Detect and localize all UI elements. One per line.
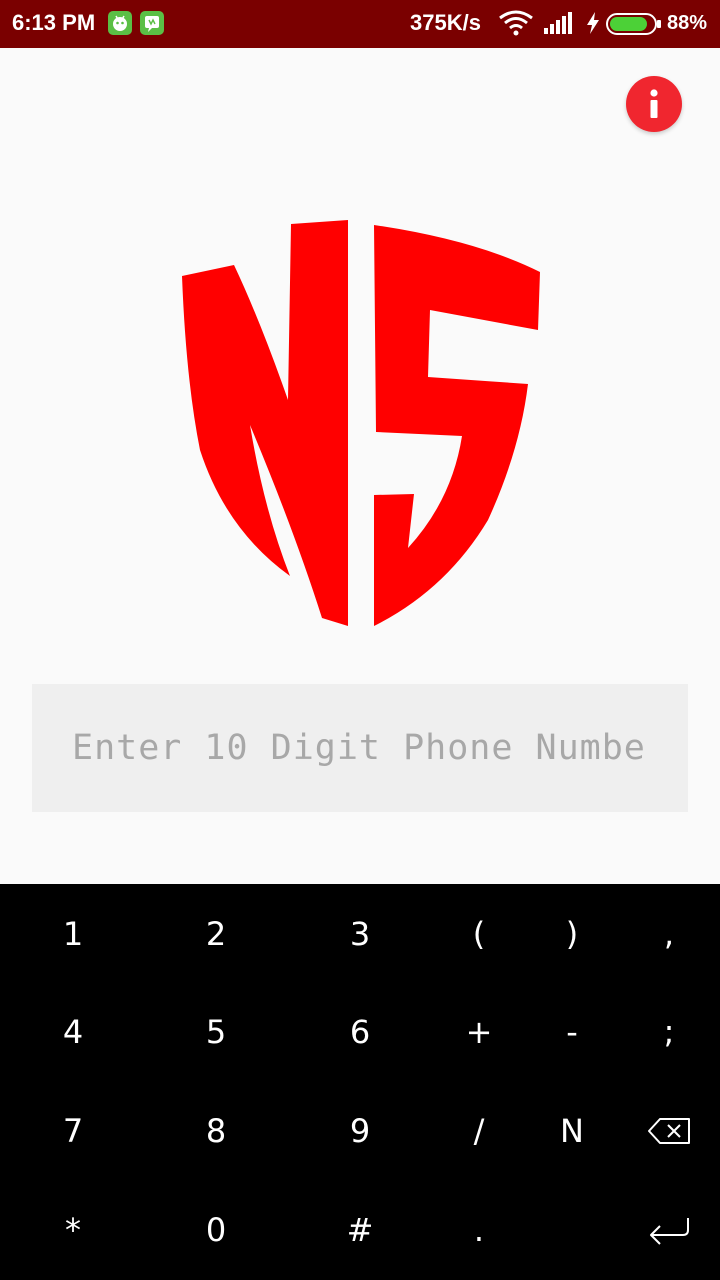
key-open-paren[interactable]: (: [431, 885, 527, 983]
battery-percent: 88%: [667, 12, 708, 34]
chat-app-icon: [140, 11, 164, 35]
key-label: 6: [349, 1013, 371, 1051]
key-label: #: [346, 1211, 374, 1249]
wifi-icon: [498, 10, 534, 41]
network-speed: 375K/s: [410, 10, 481, 35]
ns-shield-logo: [176, 220, 546, 630]
battery-icon: [606, 13, 662, 40]
key-5[interactable]: 5: [168, 983, 264, 1081]
key-label: 7: [62, 1112, 84, 1150]
key-label: *: [65, 1211, 81, 1249]
key-label: /: [473, 1112, 485, 1150]
key-plus[interactable]: +: [431, 983, 527, 1081]
key-semicolon[interactable]: ;: [621, 983, 717, 1081]
key-slash[interactable]: /: [431, 1082, 527, 1180]
cellular-signal-icon: [544, 12, 576, 39]
key-label: +: [465, 1013, 493, 1051]
key-close-paren[interactable]: ): [524, 885, 620, 983]
key-hash[interactable]: #: [312, 1181, 408, 1279]
key-label: .: [473, 1211, 485, 1249]
info-button[interactable]: [626, 76, 682, 132]
key-minus[interactable]: -: [524, 983, 620, 1081]
battery-fill: [610, 17, 647, 31]
key-9[interactable]: 9: [312, 1082, 408, 1180]
key-label: ;: [663, 1013, 675, 1051]
key-label: 3: [349, 915, 371, 953]
key-3[interactable]: 3: [312, 885, 408, 983]
key-n[interactable]: N: [524, 1082, 620, 1180]
key-label: ,: [663, 915, 675, 953]
key-6[interactable]: 6: [312, 983, 408, 1081]
key-8[interactable]: 8: [168, 1082, 264, 1180]
key-label: 4: [62, 1013, 84, 1051]
backspace-key[interactable]: [621, 1082, 717, 1180]
key-label: 9: [349, 1112, 371, 1150]
status-time: 6:13 PM: [12, 10, 96, 35]
key-label: 1: [62, 915, 84, 953]
key-label: 8: [205, 1112, 227, 1150]
key-label: N: [560, 1112, 584, 1150]
phone-number-input[interactable]: [32, 684, 688, 812]
key-label: 0: [205, 1211, 227, 1249]
enter-icon: [650, 1218, 689, 1245]
key-comma[interactable]: ,: [621, 885, 717, 983]
key-asterisk[interactable]: *: [25, 1181, 121, 1279]
key-2[interactable]: 2: [168, 885, 264, 983]
key-label: -: [566, 1013, 578, 1051]
key-7[interactable]: 7: [25, 1082, 121, 1180]
numeric-keyboard: 1 2 3 ( ) , 4 5 6 + - ; 7 8 9 / N * 0 # …: [0, 884, 720, 1280]
status-bar: 6:13 PM 375K/s 88%: [0, 0, 720, 48]
key-1[interactable]: 1: [25, 885, 121, 983]
enter-key[interactable]: [621, 1181, 717, 1279]
key-0[interactable]: 0: [168, 1181, 264, 1279]
charging-bolt-icon: [586, 12, 600, 39]
key-4[interactable]: 4: [25, 983, 121, 1081]
android-robot-icon: [108, 11, 132, 35]
backspace-icon: [648, 1118, 690, 1144]
key-label: ): [565, 915, 579, 953]
info-icon: [650, 89, 658, 118]
key-label: 5: [205, 1013, 227, 1051]
key-label: (: [472, 915, 486, 953]
key-period[interactable]: .: [431, 1181, 527, 1279]
key-label: 2: [205, 915, 227, 953]
